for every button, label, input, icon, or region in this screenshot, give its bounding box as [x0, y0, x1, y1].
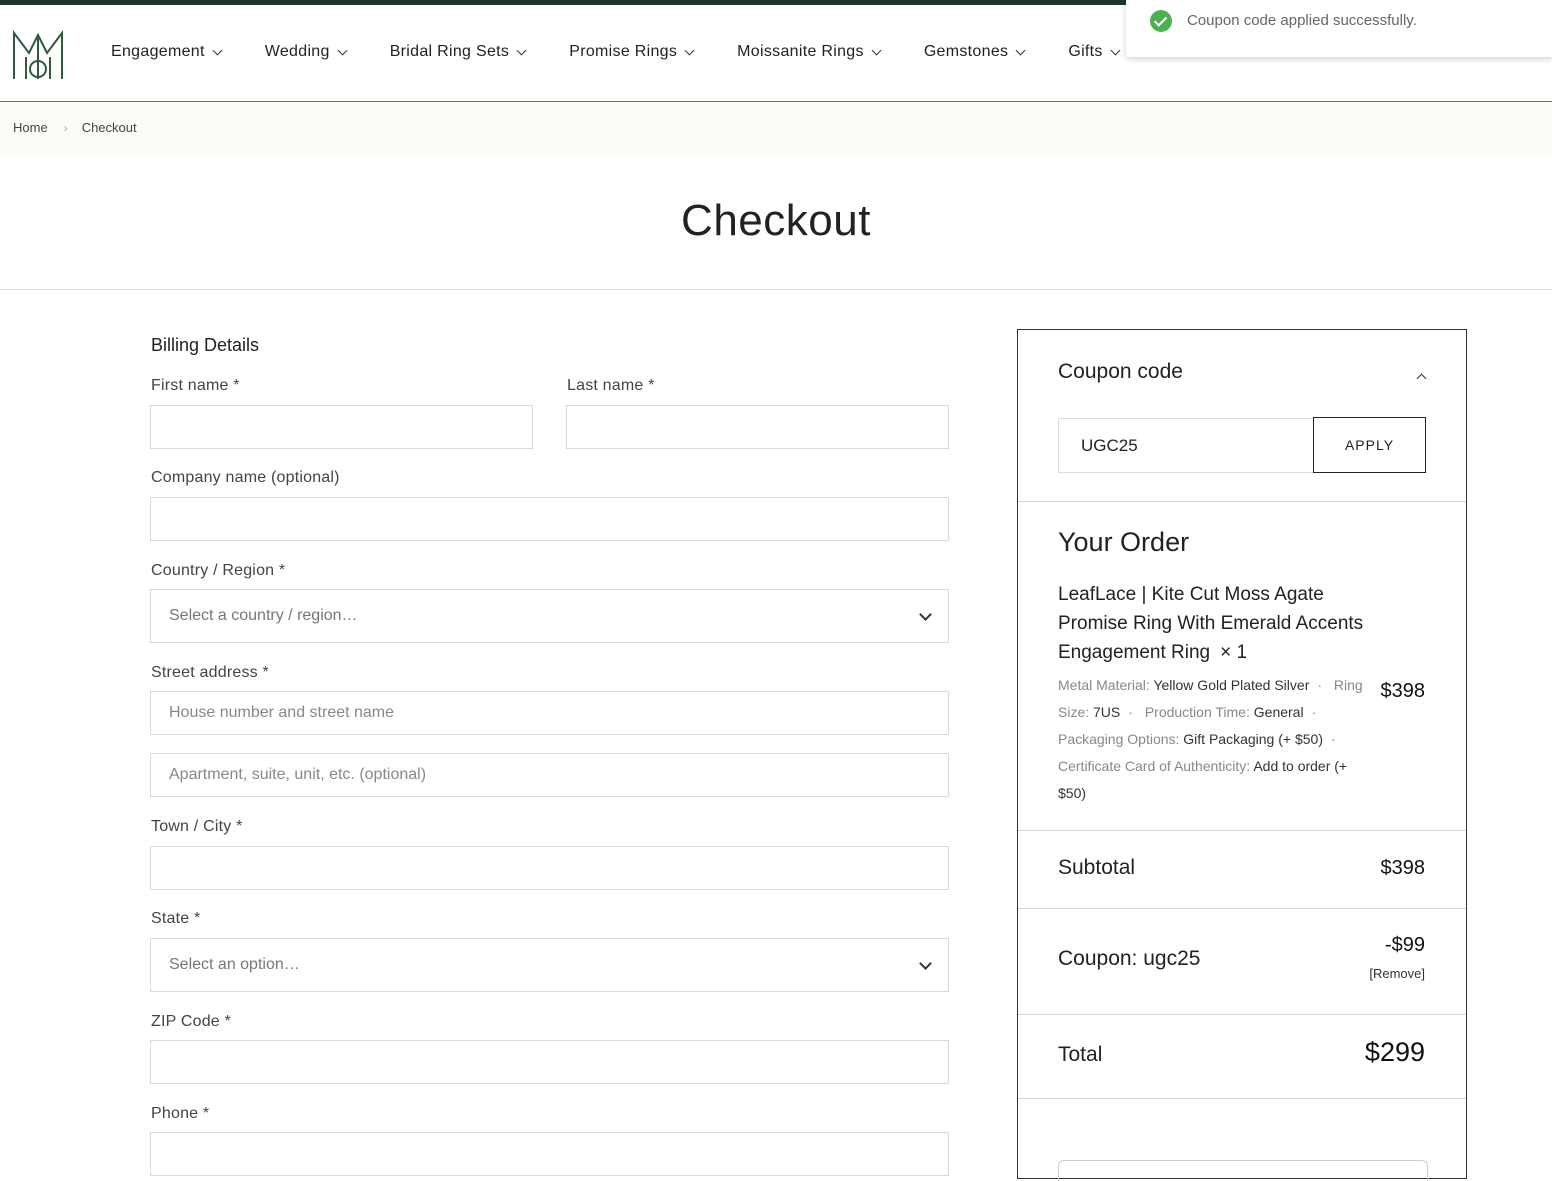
last-name-label: Last name * — [567, 377, 655, 394]
chevron-down-icon — [919, 957, 932, 970]
chevron-down-icon — [1110, 45, 1121, 55]
divider — [1018, 908, 1466, 909]
street-address-field[interactable] — [150, 691, 949, 735]
billing-heading: Billing Details — [151, 335, 260, 355]
city-label: Town / City * — [151, 818, 243, 835]
state-select-value: Select an option… — [169, 956, 300, 973]
last-name-field[interactable] — [566, 405, 949, 449]
coupon-discount-value: -$99 — [1384, 934, 1425, 956]
breadcrumb-bar: Home › Checkout — [0, 102, 1552, 154]
breadcrumb-home-link[interactable]: Home — [13, 120, 48, 135]
coupon-applied-label: Coupon: ugc25 — [1058, 947, 1201, 970]
company-label: Company name (optional) — [151, 469, 340, 486]
chevron-down-icon — [212, 45, 223, 55]
nav-item-gifts[interactable]: Gifts — [1068, 43, 1121, 61]
breadcrumb: Home › Checkout — [13, 120, 137, 135]
brand-logo[interactable] — [11, 27, 65, 83]
divider — [1018, 1098, 1466, 1099]
apartment-field[interactable] — [150, 753, 949, 797]
chevron-down-icon — [684, 45, 695, 55]
phone-field[interactable] — [150, 1132, 949, 1176]
subtotal-value: $398 — [1380, 857, 1426, 879]
product-options: Metal Material: Yellow Gold Plated Silve… — [1058, 677, 1363, 801]
first-name-field[interactable] — [150, 405, 533, 449]
chevron-down-icon — [1015, 45, 1026, 55]
chevron-down-icon — [919, 608, 932, 621]
country-select[interactable]: Select a country / region… — [150, 589, 949, 643]
chevron-down-icon — [337, 45, 348, 55]
chevron-right-icon: › — [63, 120, 68, 135]
country-select-value: Select a country / region… — [169, 607, 358, 624]
state-select[interactable]: Select an option… — [150, 938, 949, 992]
primary-nav: Engagement Wedding Bridal Ring Sets Prom… — [111, 43, 1163, 61]
subtotal-label: Subtotal — [1058, 856, 1136, 879]
zip-field[interactable] — [150, 1040, 949, 1084]
divider — [1018, 501, 1466, 502]
first-name-label: First name * — [151, 377, 240, 394]
nav-item-bridal-ring-sets[interactable]: Bridal Ring Sets — [390, 43, 527, 61]
order-summary-panel: Coupon code APPLY Your Order LeafLace | … — [1017, 329, 1467, 1181]
coupon-title: Coupon code — [1058, 360, 1183, 383]
nav-item-wedding[interactable]: Wedding — [265, 43, 348, 61]
nav-item-promise-rings[interactable]: Promise Rings — [569, 43, 695, 61]
city-field[interactable] — [150, 846, 949, 890]
company-field[interactable] — [150, 497, 949, 541]
place-order-button[interactable] — [1058, 1160, 1428, 1181]
page-title: Checkout — [681, 196, 871, 245]
check-circle-icon — [1150, 10, 1172, 32]
product-price: $398 — [1380, 680, 1426, 702]
remove-coupon-link[interactable]: [Remove] — [1369, 966, 1425, 981]
apply-coupon-button[interactable]: APPLY — [1313, 417, 1426, 473]
chevron-up-icon[interactable] — [1416, 373, 1427, 384]
toast-message: Coupon code applied successfully. — [1187, 12, 1417, 29]
coupon-success-toast: Coupon code applied successfully. — [1126, 0, 1552, 57]
country-label: Country / Region * — [151, 562, 286, 579]
product-qty: × 1 — [1220, 642, 1248, 663]
zip-label: ZIP Code * — [151, 1013, 231, 1030]
nav-item-moissanite-rings[interactable]: Moissanite Rings — [737, 43, 882, 61]
product-name: LeafLace | Kite Cut Moss Agate Promise R… — [1058, 584, 1364, 663]
divider — [1018, 830, 1466, 831]
divider — [1018, 1014, 1466, 1015]
chevron-down-icon — [871, 45, 882, 55]
total-label: Total — [1058, 1043, 1103, 1066]
coupon-code-input[interactable] — [1058, 418, 1314, 473]
nav-item-engagement[interactable]: Engagement — [111, 43, 223, 61]
chevron-down-icon — [516, 45, 527, 55]
total-value: $299 — [1364, 1037, 1425, 1067]
state-label: State * — [151, 910, 201, 927]
your-order-heading: Your Order — [1058, 527, 1190, 557]
breadcrumb-current: Checkout — [81, 120, 137, 135]
phone-label: Phone * — [151, 1105, 210, 1122]
nav-item-gemstones[interactable]: Gemstones — [924, 43, 1026, 61]
divider — [0, 289, 1552, 290]
street-label: Street address * — [151, 664, 269, 681]
